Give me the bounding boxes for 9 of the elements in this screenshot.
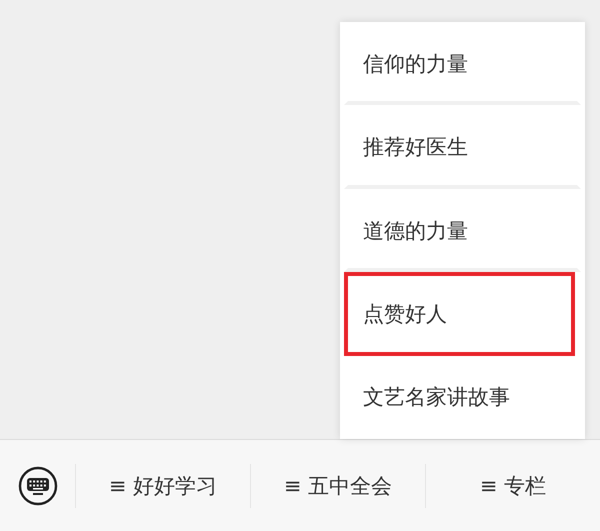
menu-button[interactable]: ≡ 好好学习 (76, 440, 250, 531)
menu-button[interactable]: ≡ 专栏 (426, 440, 600, 531)
menu-item[interactable]: 推荐好医生 (344, 105, 581, 189)
keyboard-icon (18, 466, 58, 506)
menu-item[interactable]: 道德的力量 (344, 188, 581, 272)
menu-button[interactable]: ≡ 五中全会 (251, 440, 425, 531)
menu-item[interactable]: 点赞好人 (344, 272, 575, 356)
menu-item[interactable]: 信仰的力量 (344, 22, 581, 106)
menu-item[interactable]: 文艺名家讲故事 (344, 356, 581, 440)
